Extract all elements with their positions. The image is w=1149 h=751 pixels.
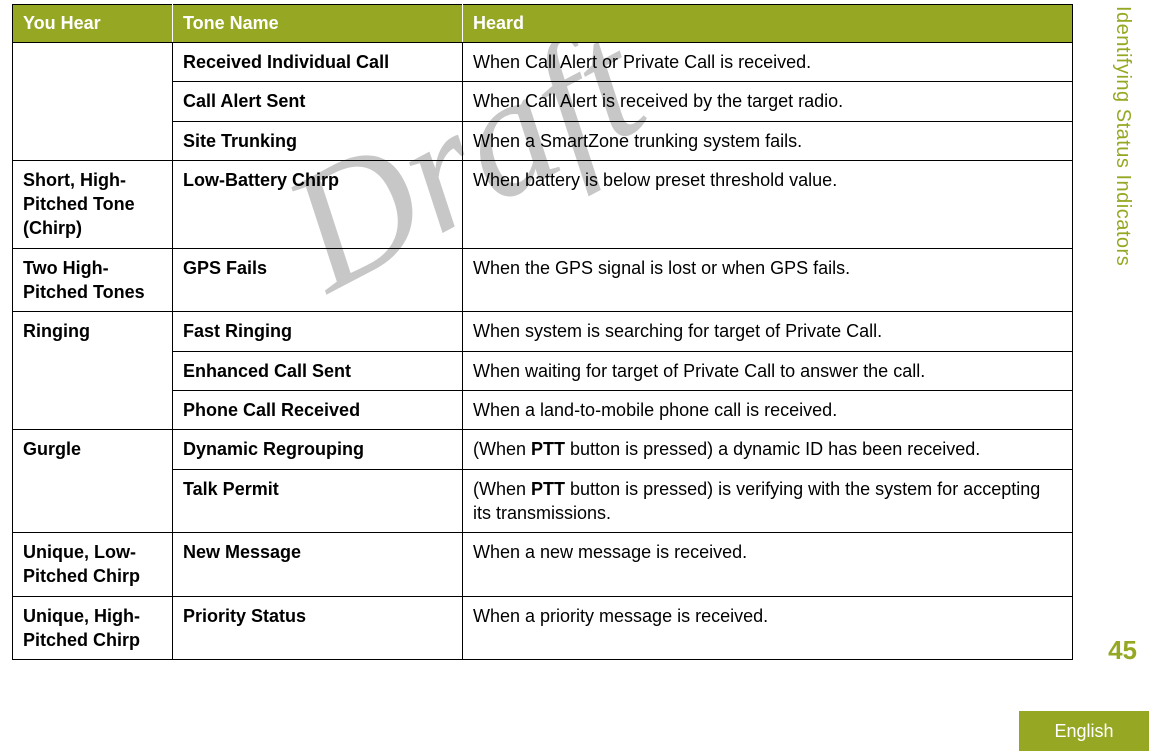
cell-you-hear: Gurgle — [13, 430, 173, 533]
heard-prefix: (When — [473, 439, 531, 459]
tone-table: You Hear Tone Name Heard Received Indivi… — [12, 4, 1073, 660]
cell-tone-name: Low-Battery Chirp — [173, 160, 463, 248]
cell-heard: When a land-to-mobile phone call is rece… — [463, 390, 1073, 429]
cell-tone-name: New Message — [173, 533, 463, 597]
cell-heard: (When PTT button is pressed) a dynamic I… — [463, 430, 1073, 469]
cell-tone-name: Received Individual Call — [173, 43, 463, 82]
heard-bold: PTT — [531, 439, 565, 459]
cell-tone-name: Call Alert Sent — [173, 82, 463, 121]
cell-tone-name: Enhanced Call Sent — [173, 351, 463, 390]
cell-tone-name: GPS Fails — [173, 248, 463, 312]
cell-tone-name: Priority Status — [173, 596, 463, 660]
cell-you-hear: Unique, Low-Pitched Chirp — [13, 533, 173, 597]
cell-tone-name: Phone Call Received — [173, 390, 463, 429]
cell-you-hear: Ringing — [13, 312, 173, 430]
table-row: Received Individual Call When Call Alert… — [13, 43, 1073, 82]
cell-tone-name: Talk Permit — [173, 469, 463, 533]
cell-heard: When a SmartZone trunking system fails. — [463, 121, 1073, 160]
heard-bold: PTT — [531, 479, 565, 499]
cell-you-hear: Unique, High-Pitched Chirp — [13, 596, 173, 660]
table-row: Unique, High-Pitched Chirp Priority Stat… — [13, 596, 1073, 660]
header-tone-name: Tone Name — [173, 5, 463, 43]
cell-heard: When system is searching for target of P… — [463, 312, 1073, 351]
table-row: Two High-Pitched Tones GPS Fails When th… — [13, 248, 1073, 312]
heard-prefix: (When — [473, 479, 531, 499]
document-page: Draft You Hear Tone Name Heard Received … — [0, 0, 1149, 751]
cell-tone-name: Site Trunking — [173, 121, 463, 160]
tone-table-container: You Hear Tone Name Heard Received Indivi… — [12, 4, 1072, 660]
cell-heard: When battery is below preset threshold v… — [463, 160, 1073, 248]
cell-heard: When waiting for target of Private Call … — [463, 351, 1073, 390]
cell-heard: When Call Alert or Private Call is recei… — [463, 43, 1073, 82]
cell-heard: (When PTT button is pressed) is verifyin… — [463, 469, 1073, 533]
table-row: Ringing Fast Ringing When system is sear… — [13, 312, 1073, 351]
page-number: 45 — [1108, 635, 1137, 666]
table-row: Short, High-Pitched Tone (Chirp) Low-Bat… — [13, 160, 1073, 248]
cell-tone-name: Fast Ringing — [173, 312, 463, 351]
cell-you-hear: Two High-Pitched Tones — [13, 248, 173, 312]
heard-suffix: button is pressed) a dynamic ID has been… — [565, 439, 980, 459]
header-heard: Heard — [463, 5, 1073, 43]
cell-heard: When a priority message is received. — [463, 596, 1073, 660]
cell-heard: When a new message is received. — [463, 533, 1073, 597]
cell-heard: When the GPS signal is lost or when GPS … — [463, 248, 1073, 312]
header-you-hear: You Hear — [13, 5, 173, 43]
side-chapter-label: Identifying Status Indicators — [1111, 6, 1134, 266]
cell-tone-name: Dynamic Regrouping — [173, 430, 463, 469]
language-footer: English — [1019, 711, 1149, 751]
cell-you-hear — [13, 43, 173, 161]
table-row: Gurgle Dynamic Regrouping (When PTT butt… — [13, 430, 1073, 469]
table-row: Unique, Low-Pitched Chirp New Message Wh… — [13, 533, 1073, 597]
cell-heard: When Call Alert is received by the targe… — [463, 82, 1073, 121]
cell-you-hear: Short, High-Pitched Tone (Chirp) — [13, 160, 173, 248]
table-header-row: You Hear Tone Name Heard — [13, 5, 1073, 43]
